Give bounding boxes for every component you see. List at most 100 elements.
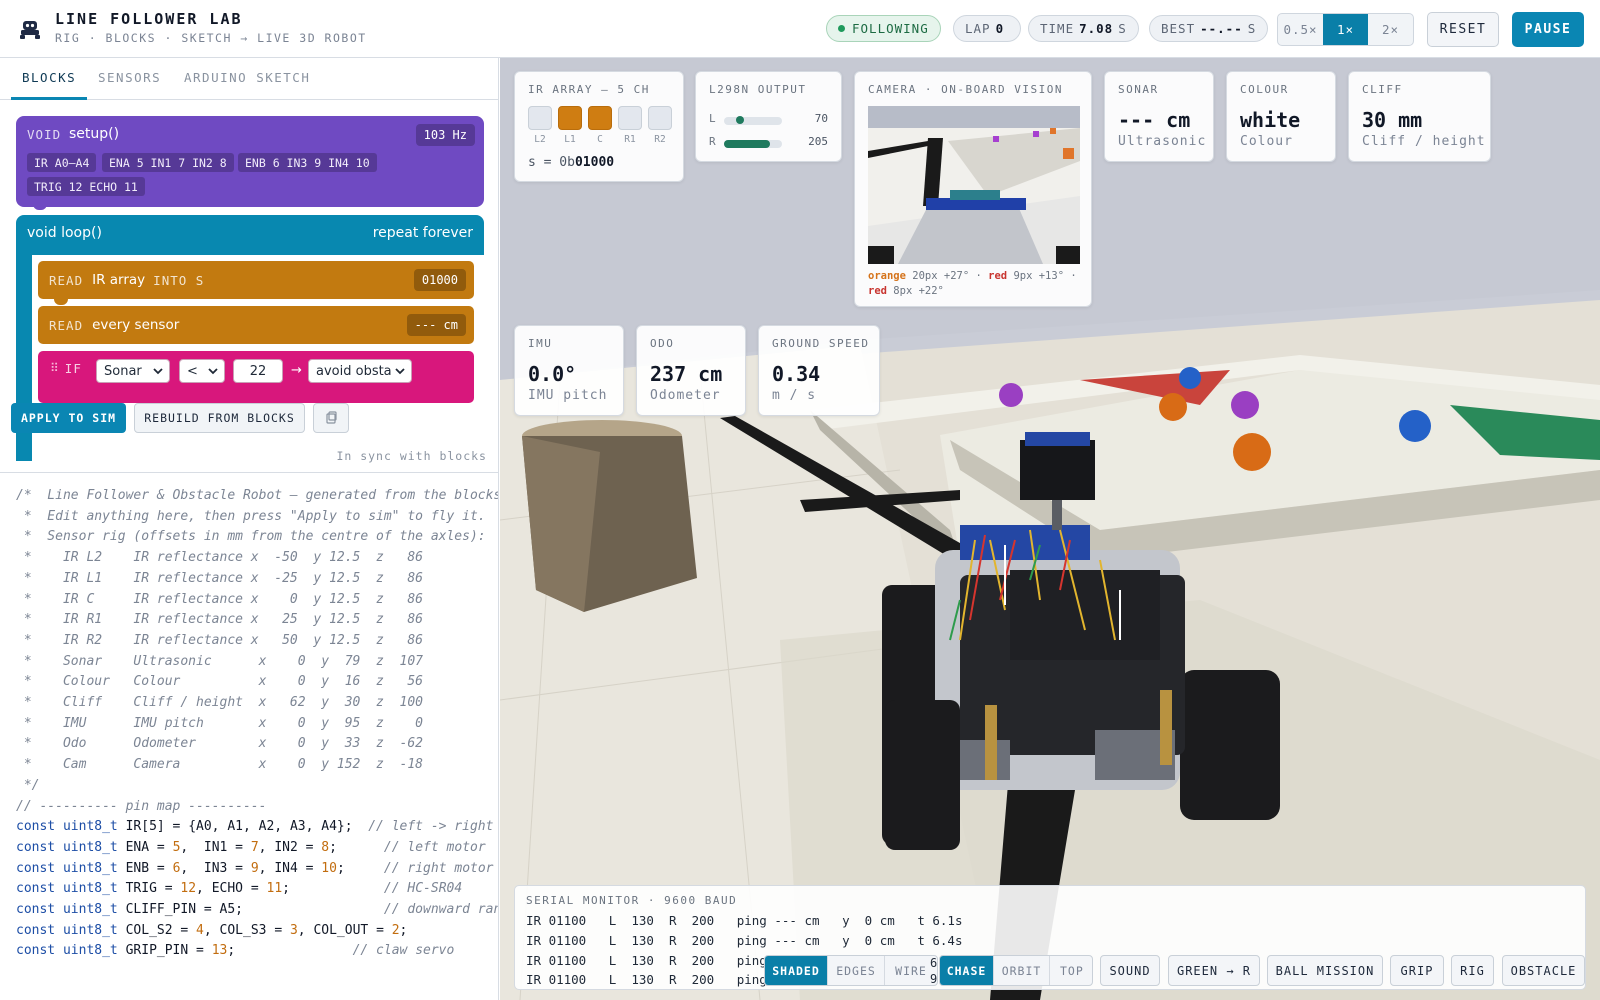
pin-chip-sonar: TRIG 12 ECHO 11 xyxy=(27,177,145,196)
editor-tabs: BLOCKS SENSORS ARDUINO SKETCH xyxy=(0,58,498,100)
top-bar: LINE FOLLOWER LAB RIG · BLOCKS · SKETCH … xyxy=(0,0,1600,58)
render-shaded-button[interactable]: SHADED xyxy=(765,956,828,985)
detection-1-color: orange xyxy=(868,270,906,282)
read-ir-keyword: READ xyxy=(49,272,84,288)
camera-top-button[interactable]: TOP xyxy=(1050,956,1092,985)
code-line: * Edit anything here, then press "Apply … xyxy=(16,508,486,524)
time-unit: S xyxy=(1118,21,1127,36)
time-readout: TIME 7.08 S xyxy=(1028,15,1139,42)
cliff-title: CLIFF xyxy=(1362,83,1403,96)
green-r-button[interactable]: GREEN → R xyxy=(1168,955,1260,986)
colour-sub: Colour xyxy=(1240,134,1293,149)
ir-sensor-cell xyxy=(528,106,552,130)
copy-button[interactable] xyxy=(313,403,349,433)
code-line: * IR L2 IR reflectance x -50 y 12.5 z 86 xyxy=(16,550,423,566)
colour-title: COLOUR xyxy=(1240,83,1289,96)
imu-sub: IMU pitch xyxy=(528,388,608,403)
if-action-value: avoid obstа xyxy=(316,363,392,379)
camera-feed xyxy=(868,106,1080,264)
rig-button[interactable]: RIG xyxy=(1451,955,1494,986)
ir-sensor-label: L2 xyxy=(534,134,546,145)
imu-title: IMU xyxy=(528,337,553,350)
apply-to-sim-button[interactable]: APPLY TO SIM xyxy=(11,403,126,433)
sketch-editor[interactable]: /* Line Follower & Obstacle Robot — gene… xyxy=(16,486,498,962)
code-line: * IR L1 IR reflectance x -25 y 12.5 z 86 xyxy=(16,570,423,586)
chevron-down-icon xyxy=(153,368,163,375)
app-subtitle: RIG · BLOCKS · SKETCH → LIVE 3D ROBOT xyxy=(55,31,367,45)
camera-chase-button[interactable]: CHASE xyxy=(940,956,994,985)
best-value: --.-- xyxy=(1200,21,1243,36)
read-ir-block[interactable]: READ IR array INTO S 01000 xyxy=(38,261,474,305)
if-operator-select[interactable]: < xyxy=(179,359,225,383)
detection-3-text: 8px +22° xyxy=(893,285,944,297)
if-block[interactable]: ⠿ IF Sonar < 22 → avoid obstа xyxy=(38,351,474,403)
ball-mission-button[interactable]: BALL MISSION xyxy=(1267,955,1383,986)
serial-line: IR 01100 L 130 R 200 ping xyxy=(526,972,767,987)
lap-counter: LAP 0 xyxy=(953,15,1022,42)
read-ir-value: 01000 xyxy=(413,269,466,291)
code-line: * IMU IMU pitch x 0 y 95 z 0 xyxy=(16,715,423,731)
if-action-select[interactable]: avoid obstа xyxy=(308,359,412,383)
setup-keyword: VOID xyxy=(27,127,62,142)
pause-button[interactable]: PAUSE xyxy=(1512,12,1584,47)
ir-sensor-label: R2 xyxy=(654,134,666,145)
read-all-subject: every sensor xyxy=(92,317,180,333)
sim-speed-selector: 0.5× 1× 2× xyxy=(1277,13,1414,46)
code-line: * Cliff Cliff / height x 62 y 30 z 100 xyxy=(16,695,423,711)
cliff-card: CLIFF 30 mm Cliff / height xyxy=(1348,71,1491,162)
tab-arduino-sketch[interactable]: ARDUINO SKETCH xyxy=(184,70,310,85)
grip-button[interactable]: GRIP xyxy=(1390,955,1444,986)
sonar-sub: Ultrasonic xyxy=(1118,134,1207,149)
camera-title: CAMERA · ON-BOARD VISION xyxy=(868,83,1063,96)
odometer-card: ODO 237 cm Odometer xyxy=(636,325,746,416)
serial-overflow-digit: 6 xyxy=(930,956,938,970)
obstacle-button[interactable]: OBSTACLE xyxy=(1502,955,1585,986)
ir-sensor-label: R1 xyxy=(624,134,636,145)
tab-blocks[interactable]: BLOCKS xyxy=(22,70,76,85)
ir-state-prefix: s = 0b xyxy=(528,155,575,170)
drag-handle-icon[interactable]: ⠿ xyxy=(50,361,59,375)
serial-line: IR 01100 L 130 R 200 ping --- cm y 0 cm … xyxy=(526,933,963,948)
sync-status: In sync with blocks xyxy=(336,449,487,463)
speed-half-button[interactable]: 0.5× xyxy=(1278,14,1323,45)
serial-overflow-text: 6 9 xyxy=(930,955,937,987)
code-line: const uint8_t COL_S2 = 4, COL_S3 = 3, CO… xyxy=(16,922,408,938)
rebuild-from-blocks-button[interactable]: REBUILD FROM BLOCKS xyxy=(134,403,305,433)
detection-3-color: red xyxy=(868,285,887,297)
odometer-value: 237 cm xyxy=(650,362,723,386)
time-label: TIME xyxy=(1040,21,1075,36)
copy-icon xyxy=(326,411,337,424)
lap-label: LAP xyxy=(965,21,991,36)
render-edges-button[interactable]: EDGES xyxy=(828,956,885,985)
if-threshold-input[interactable]: 22 xyxy=(233,359,283,383)
reset-button[interactable]: RESET xyxy=(1427,12,1499,47)
status-label: FOLLOWING xyxy=(852,21,929,36)
read-all-block[interactable]: READ every sensor --- cm xyxy=(38,306,474,344)
left-motor-label: L xyxy=(709,112,716,125)
editor-panel: BLOCKS SENSORS ARDUINO SKETCH VOID setup… xyxy=(0,58,499,1000)
loop-repeat-label: repeat forever xyxy=(372,225,473,241)
detection-2-color: red xyxy=(988,270,1008,282)
loop-title: void loop() xyxy=(27,225,102,241)
code-line: const uint8_t TRIG = 12, ECHO = 11; // H… xyxy=(16,881,463,897)
tab-sensors[interactable]: SENSORS xyxy=(98,70,161,85)
if-operator-value: < xyxy=(187,363,198,379)
speed-1x-button[interactable]: 1× xyxy=(1323,14,1368,45)
left-motor-bar xyxy=(724,116,782,125)
ir-array-title: IR ARRAY — 5 CH xyxy=(528,83,650,96)
code-line: const uint8_t ENB = 6, IN3 = 9, IN4 = 10… xyxy=(16,860,494,876)
colour-card: COLOUR white Colour xyxy=(1226,71,1336,162)
camera-orbit-button[interactable]: ORBIT xyxy=(994,956,1050,985)
speed-2x-button[interactable]: 2× xyxy=(1368,14,1413,45)
status-badge: FOLLOWING xyxy=(826,15,941,42)
if-sensor-select[interactable]: Sonar xyxy=(96,359,170,383)
setup-block[interactable]: VOID setup() 103 Hz IR A0–A4 ENA 5 IN1 7… xyxy=(16,116,484,207)
camera-card: CAMERA · ON-BOARD VISION orange 20px +27… xyxy=(854,71,1092,307)
camera-mode-group: CHASE ORBIT TOP xyxy=(939,955,1093,986)
sound-toggle-button[interactable]: SOUND xyxy=(1100,955,1160,986)
odometer-sub: Odometer xyxy=(650,388,721,403)
time-value: 7.08 xyxy=(1079,21,1114,36)
ir-sensor-cell xyxy=(588,106,612,130)
ground-speed-title: GROUND SPEED xyxy=(772,337,870,350)
sim-viewport[interactable]: IR ARRAY — 5 CH L2 L1 C R1 R2 s = 0b01000 L2… xyxy=(500,58,1600,1000)
